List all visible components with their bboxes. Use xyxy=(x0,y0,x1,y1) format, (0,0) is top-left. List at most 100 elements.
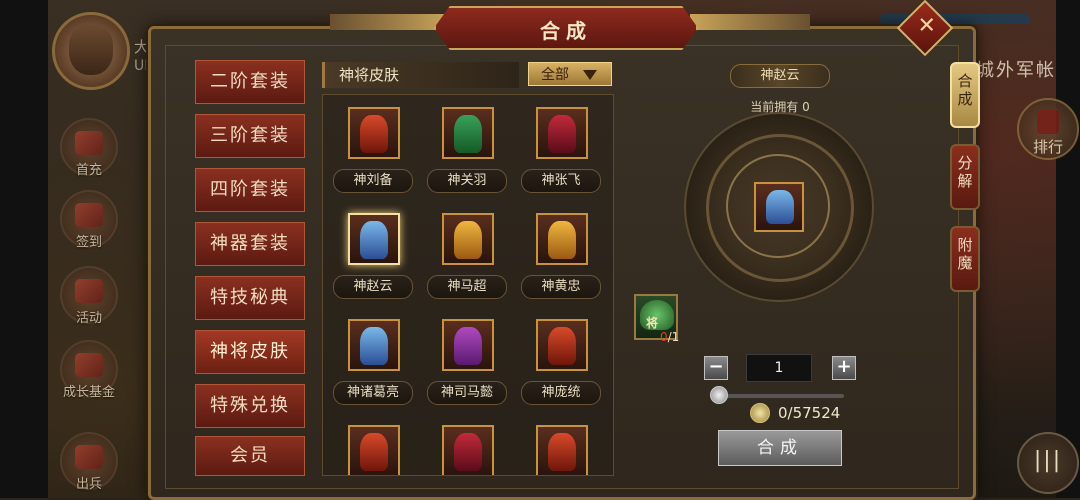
skin-grid: 神刘备 神关羽 神张飞 神赵云 神马超 神黄忠 神诸葛亮 神司马懿 神庞统 xyxy=(322,94,614,476)
preview-medallion xyxy=(684,112,874,302)
skin-card[interactable]: 神庞统 xyxy=(519,311,605,411)
dispatch-button[interactable]: 出兵 xyxy=(60,432,118,492)
skin-card[interactable] xyxy=(425,417,511,475)
category-skill-book[interactable]: 特技秘典 xyxy=(195,276,305,320)
skin-name: 神关羽 xyxy=(427,169,507,193)
category-hero-skin[interactable]: 神将皮肤 xyxy=(195,330,305,374)
hero-figure-icon xyxy=(548,221,576,259)
quantity-input[interactable]: 1 xyxy=(746,354,812,382)
gift-icon xyxy=(75,131,103,155)
activity-button[interactable]: 活动 xyxy=(60,266,118,326)
skin-portrait xyxy=(442,319,494,371)
skin-portrait xyxy=(536,213,588,265)
skin-card[interactable]: 神诸葛亮 xyxy=(331,311,417,411)
hero-figure-icon xyxy=(454,115,482,153)
first-recharge-button[interactable]: 首充 xyxy=(60,118,118,178)
skin-card[interactable]: 神关羽 xyxy=(425,99,511,199)
flower-icon xyxy=(75,353,103,377)
category-special-exchange[interactable]: 特殊兑换 xyxy=(195,384,305,428)
hero-figure-icon xyxy=(548,433,576,471)
title-banner: 合成 xyxy=(434,6,698,50)
coin-cost: 0/57524 xyxy=(778,404,841,422)
ranking-icon xyxy=(1037,110,1059,134)
slider-handle[interactable] xyxy=(710,386,728,404)
material-count: 0/1 xyxy=(660,330,679,344)
first-recharge-label: 首充 xyxy=(75,163,102,178)
skin-name: 神张飞 xyxy=(521,169,601,193)
material-have: 0 xyxy=(660,330,668,344)
skin-name: 神庞统 xyxy=(521,381,601,405)
skin-name: 神马超 xyxy=(427,275,507,299)
ranking-button[interactable]: 排行 xyxy=(1017,98,1079,160)
sign-in-button[interactable]: 签到 xyxy=(60,190,118,250)
skin-portrait xyxy=(442,213,494,265)
skin-portrait xyxy=(348,107,400,159)
banner-icon xyxy=(75,279,103,303)
grid-header: 神将皮肤 全部 xyxy=(322,62,612,88)
camp-title: 城外军帐 xyxy=(976,60,1056,81)
growth-fund-label: 成长基金 xyxy=(62,385,115,400)
activity-label: 活动 xyxy=(75,311,102,326)
grid-heading: 神将皮肤 xyxy=(322,62,519,88)
hero-figure-icon xyxy=(548,327,576,365)
preview-skin-icon xyxy=(754,182,804,232)
tab-compose-label: 合成 xyxy=(957,72,973,108)
main-menu-button[interactable]: ||| xyxy=(1017,432,1079,494)
dispatch-label: 出兵 xyxy=(75,477,102,492)
skin-portrait xyxy=(348,213,400,265)
tab-enchant[interactable]: 附魔 xyxy=(950,226,980,292)
scroll-icon xyxy=(75,203,103,227)
hero-figure-icon xyxy=(454,327,482,365)
title-wing-left xyxy=(330,14,450,30)
flag-icon xyxy=(75,445,103,469)
category-artifact-set[interactable]: 神器套装 xyxy=(195,222,305,266)
skin-portrait xyxy=(536,425,588,475)
category-tier2-set[interactable]: 二阶套装 xyxy=(195,60,305,104)
skin-portrait xyxy=(536,107,588,159)
hero-figure-icon xyxy=(766,190,794,224)
hero-figure-icon xyxy=(360,433,388,471)
filter-value: 全部 xyxy=(541,67,569,83)
avatar-face-icon xyxy=(69,25,113,75)
tab-compose[interactable]: 合成 xyxy=(950,62,980,128)
skin-card[interactable] xyxy=(331,417,417,475)
quantity-minus-button[interactable]: − xyxy=(704,356,728,380)
ranking-label: 排行 xyxy=(1032,138,1063,156)
chevron-down-icon xyxy=(583,70,597,80)
tab-enchant-label: 附魔 xyxy=(957,236,973,272)
skin-card[interactable]: 神马超 xyxy=(425,205,511,305)
category-tier3-set[interactable]: 三阶套装 xyxy=(195,114,305,158)
skin-card[interactable] xyxy=(519,417,605,475)
panel-title: 合成 xyxy=(540,19,592,43)
skin-card[interactable]: 神张飞 xyxy=(519,99,605,199)
filter-dropdown[interactable]: 全部 xyxy=(528,62,612,86)
title-wing-right xyxy=(690,14,810,30)
tab-decompose-label: 分解 xyxy=(957,154,973,190)
skin-name: 神司马懿 xyxy=(427,381,507,405)
skin-card[interactable]: 神司马懿 xyxy=(425,311,511,411)
material-need: /1 xyxy=(667,330,680,344)
skin-portrait xyxy=(348,319,400,371)
selected-hero-name: 神赵云 xyxy=(730,64,830,88)
skin-portrait xyxy=(442,107,494,159)
coin-icon xyxy=(750,403,770,423)
skin-card[interactable]: 神黄忠 xyxy=(519,205,605,305)
hero-figure-icon xyxy=(360,327,388,365)
quantity-slider[interactable] xyxy=(716,394,844,398)
quantity-plus-button[interactable]: + xyxy=(832,356,856,380)
tab-decompose[interactable]: 分解 xyxy=(950,144,980,210)
material-char: 将 xyxy=(646,316,659,330)
skin-portrait xyxy=(442,425,494,475)
skin-card[interactable]: 神刘备 xyxy=(331,99,417,199)
player-avatar[interactable] xyxy=(52,12,130,90)
compose-button[interactable]: 合成 xyxy=(718,430,842,466)
growth-fund-button[interactable]: 成长基金 xyxy=(60,340,118,400)
close-icon: ✕ xyxy=(917,13,936,39)
skin-name: 神赵云 xyxy=(333,275,413,299)
hero-figure-icon xyxy=(454,221,482,259)
left-letterbox xyxy=(0,0,48,498)
menu-icon: ||| xyxy=(1033,448,1063,473)
category-tier4-set[interactable]: 四阶套装 xyxy=(195,168,305,212)
skin-card-selected[interactable]: 神赵云 xyxy=(331,205,417,305)
category-vip[interactable]: 会员 xyxy=(195,436,305,476)
